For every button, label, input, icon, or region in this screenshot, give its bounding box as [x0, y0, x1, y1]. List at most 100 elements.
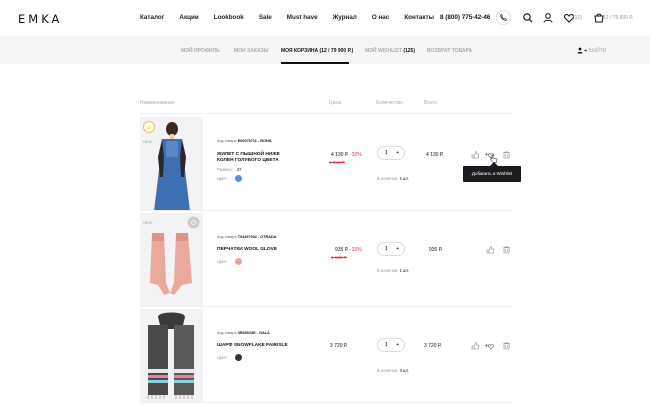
logo[interactable]: EMKA [18, 12, 62, 26]
stock-value: 1 шт. [399, 268, 410, 273]
qty-value[interactable]: 1 [385, 342, 388, 348]
share-icon[interactable] [471, 150, 480, 159]
product-size: Размер: 47 [217, 167, 241, 172]
active-tab-indicator [281, 62, 349, 64]
product-code-label: Код товара [217, 139, 237, 143]
old-price: 1 100 Р. [331, 255, 347, 260]
product-code: Код товара T04497902 - OTRADA [217, 235, 277, 239]
delete-icon[interactable] [502, 150, 511, 159]
cart-row: Код товара 3R45033E - GALA ШАРФ SNOWFLAK… [140, 307, 512, 403]
cart-row: NEW Код товара T04497902 - OTRADA ПЕРЧАТ… [140, 211, 512, 307]
tab-profile[interactable]: МОЙ ПРОФИЛЬ [181, 48, 220, 54]
stock-label: В наличии: [377, 268, 399, 273]
item-price: 935 Р. -15% [335, 247, 362, 253]
tab-wishlist-count: (125) [403, 48, 416, 54]
stock-info: В наличии: 1 шт. [377, 268, 409, 273]
tab-wishlist-label: МОЙ WISHLIST [365, 48, 402, 54]
share-icon[interactable] [471, 341, 480, 350]
color-swatch[interactable] [235, 258, 242, 265]
main-nav: Каталог Акции Lookbook Sale Must have Жу… [140, 14, 449, 21]
quantity-stepper: 1 + [377, 146, 405, 160]
account-subnav: МОЙ ПРОФИЛЬ МОИ ЗАКАЗЫ МОЯ КОРЗИНА (12 /… [0, 36, 650, 64]
phone-number[interactable]: 8 (800) 775-42-46 [440, 14, 490, 21]
qty-plus-button[interactable]: + [396, 342, 399, 348]
product-color-label: Цвет: [217, 176, 228, 181]
stock-info: В наличии: 3 шт. [377, 368, 409, 373]
product-image-gloves[interactable]: NEW [140, 213, 203, 307]
phone-button[interactable] [496, 10, 511, 25]
qty-value[interactable]: 1 [385, 150, 388, 156]
divider [140, 402, 512, 403]
product-code-value: T04497902 - OTRADA [237, 235, 277, 239]
nav-item-catalog[interactable]: Каталог [140, 14, 164, 21]
tab-cart[interactable]: МОЯ КОРЗИНА (12 / 79 900 Р.) [281, 48, 353, 54]
item-total: 935 Р. [429, 247, 443, 253]
quantity-stepper: 1 + [377, 242, 405, 256]
delete-icon[interactable] [502, 341, 511, 350]
delete-icon[interactable] [502, 245, 511, 254]
discount-value: -15% [349, 247, 362, 253]
stock-label: В наличии: [377, 176, 399, 181]
product-color-label: Цвет: [217, 355, 228, 360]
stock-value: 2 шт. [399, 176, 410, 181]
new-badge: NEW [143, 139, 153, 144]
wishlist-count: (12) [573, 15, 582, 21]
item-total: 4 130 Р. [426, 152, 444, 158]
product-code: Код товара E00075711 - RONIL [217, 139, 272, 143]
col-price: Цена [329, 100, 342, 106]
phone-icon [500, 14, 507, 21]
price-value: 935 Р. [335, 247, 349, 253]
nav-item-must-have[interactable]: Must have [287, 14, 318, 21]
user-icon[interactable] [541, 11, 555, 25]
tab-orders[interactable]: МОИ ЗАКАЗЫ [234, 48, 268, 54]
scarf-illustration [140, 309, 203, 403]
size-label: Размер: [217, 167, 233, 172]
logout-link[interactable]: ВЫЙТИ [577, 47, 606, 54]
product-code: Код товара 3R45033E - GALA [217, 331, 270, 335]
color-swatch[interactable] [235, 354, 242, 361]
logout-user-icon [577, 47, 587, 54]
nav-item-sale[interactable]: Sale [259, 14, 272, 21]
view-icon[interactable] [187, 216, 200, 229]
quantity-stepper: 1 + [377, 338, 405, 352]
size-badge: 47 [143, 121, 155, 133]
cart-summary[interactable]: 12 / 79 900 Р. [603, 15, 633, 21]
discount-value: -30% [350, 152, 362, 158]
product-name[interactable]: ЖИЛЕТ С ПЫШНОЙ НИЖЕ КОЛЕН ГОЛУБОГО ЦВЕТА [217, 152, 297, 164]
divider [140, 113, 512, 114]
new-badge: NEW [143, 220, 153, 225]
add-to-wishlist-icon[interactable] [485, 341, 494, 350]
product-image-vest[interactable]: 47 NEW [140, 117, 203, 211]
nav-item-lookbook[interactable]: Lookbook [214, 14, 244, 21]
col-qty: Количество [376, 100, 403, 106]
qty-plus-button[interactable]: + [396, 246, 399, 252]
product-code-label: Код товара [217, 331, 237, 335]
product-name[interactable]: ПЕРЧАТКИ WOOL GLOVE [217, 247, 297, 253]
qty-value[interactable]: 1 [385, 246, 388, 252]
nav-item-promo[interactable]: Акции [179, 14, 198, 21]
search-icon[interactable] [521, 11, 535, 25]
product-code-label: Код товара [217, 235, 237, 239]
nav-item-contacts[interactable]: Контакты [404, 14, 434, 21]
product-name[interactable]: ШАРФ SNOWFLAKE FAIRISLE [217, 343, 297, 349]
item-price: 3 720 Р. [330, 343, 348, 349]
price-value: 4 130 Р. [331, 152, 349, 158]
share-icon[interactable] [486, 245, 495, 254]
color-swatch[interactable] [235, 175, 242, 182]
nav-item-journal[interactable]: Журнал [333, 14, 357, 21]
product-color-label: Цвет: [217, 259, 228, 264]
old-price: 5 900 Р. [329, 160, 345, 165]
col-total: Всего [424, 100, 438, 106]
tab-wishlist[interactable]: МОЙ WISHLIST (125) [365, 48, 415, 54]
site-header: EMKA Каталог Акции Lookbook Sale Must ha… [0, 0, 650, 36]
stock-info: В наличии: 2 шт. [377, 176, 409, 181]
logout-label: ВЫЙТИ [588, 47, 607, 54]
cart-row: 47 NEW Код товара E00075711 - RONIL ЖИЛЕ… [140, 115, 512, 211]
item-price: 4 130 Р. -30% [331, 152, 362, 158]
qty-plus-button[interactable]: + [396, 150, 399, 156]
product-code-value: 3R45033E - GALA [237, 331, 270, 335]
product-image-scarf[interactable] [140, 309, 203, 403]
stock-label: В наличии: [377, 368, 399, 373]
nav-item-about[interactable]: О нас [372, 14, 389, 21]
tab-returns[interactable]: ВОЗВРАТ ТОВАРА [427, 48, 472, 54]
